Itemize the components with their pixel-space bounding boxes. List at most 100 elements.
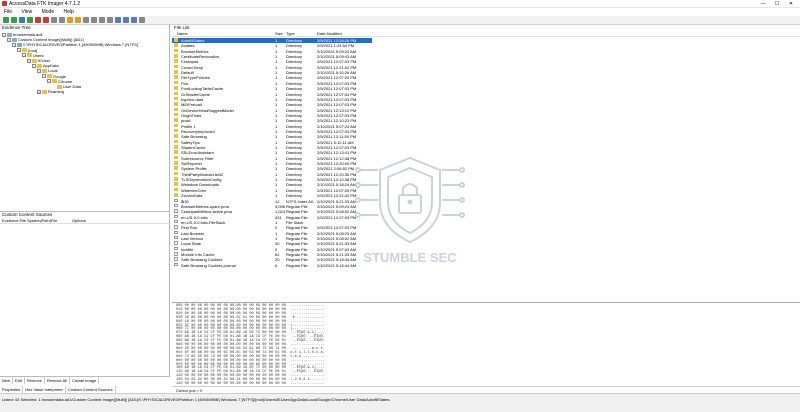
export-files-icon[interactable] [67, 17, 73, 23]
new-button[interactable]: New [0, 377, 14, 384]
column-type[interactable]: Type [286, 31, 295, 37]
file-icon [174, 230, 178, 235]
collapse-icon[interactable]: - [12, 42, 16, 47]
folder-icon [174, 70, 178, 74]
create-custom-content-icon[interactable] [91, 17, 97, 23]
file-icon [174, 246, 178, 251]
folder-icon [174, 86, 178, 90]
folder-icon [174, 155, 178, 160]
tab-custom-content-sources[interactable]: Custom Content Sources [65, 386, 116, 393]
create-disk-image-icon[interactable] [27, 17, 33, 23]
file-icon [174, 209, 178, 213]
folder-icon [174, 161, 178, 165]
folder-icon [174, 48, 178, 53]
tab-hex-value-interpreter[interactable]: Hex Value Interpreter [23, 386, 66, 393]
tree-node-label: \\.\PHYSICALDRIVE0\Partition 1 [490009MB… [23, 42, 138, 48]
maximize-button[interactable]: ☐ [770, 0, 784, 8]
menu-view[interactable]: View [17, 8, 36, 16]
window-title: AccessData FTK Imager 4.7.1.2 [9, 1, 81, 7]
minimize-button[interactable]: — [756, 0, 770, 8]
collapse-icon[interactable]: - [42, 74, 46, 79]
file-icon [174, 225, 178, 229]
collapse-icon[interactable]: - [17, 48, 21, 53]
folder-icon [174, 80, 178, 85]
collapse-icon[interactable]: - [37, 68, 41, 73]
add-to-custom-content-icon[interactable] [83, 17, 89, 23]
tree-node[interactable]: + Roaming [37, 89, 64, 94]
evidence-tree-title: Evidence Tree [2, 25, 31, 30]
folder-icon [174, 112, 178, 117]
folder-icon [174, 107, 178, 112]
detect-encryption-icon[interactable] [131, 17, 137, 23]
create-image-button[interactable]: Create Image [70, 377, 100, 384]
column-name[interactable]: Name [177, 31, 188, 37]
add-all-evidence-icon[interactable] [11, 17, 17, 23]
menu-mode[interactable]: Mode [38, 8, 59, 16]
folder-icon [42, 89, 47, 94]
remove-all-evidence-icon[interactable] [43, 17, 49, 23]
capture-memory-icon[interactable] [115, 17, 121, 23]
remove-all-button[interactable]: Remove All [45, 377, 71, 384]
collapse-icon[interactable]: - [7, 37, 11, 42]
folder-icon [42, 68, 47, 73]
folder-icon [174, 38, 178, 42]
tree-node-label: User Data [63, 84, 82, 89]
folder-icon [174, 166, 178, 170]
evidence-tree: Evidence Tree - browserdata.ad1- Custom Co… [0, 25, 170, 211]
collapse-icon[interactable]: - [27, 58, 31, 63]
remove-button[interactable]: Remove [25, 377, 45, 384]
folder-icon [37, 63, 42, 68]
folder-icon [174, 177, 178, 181]
verify-icon[interactable] [107, 17, 113, 23]
expand-icon[interactable]: + [37, 89, 41, 94]
folder-icon [174, 64, 178, 69]
column-size[interactable]: Size [275, 31, 283, 37]
help-icon[interactable] [139, 17, 145, 23]
file-icon [174, 262, 178, 267]
folder-icon [52, 79, 57, 84]
folder-icon [174, 54, 178, 58]
add-evidence-icon[interactable] [3, 17, 9, 23]
export-hash-icon[interactable] [75, 17, 81, 23]
column-date-modified[interactable]: Date Modified [317, 31, 342, 37]
folder-icon [32, 58, 37, 63]
decrypt-icon[interactable] [99, 17, 105, 23]
hex-viewer[interactable]: 000 00 00 00 00 00 00 00 00-00 00 00 00 … [172, 302, 800, 386]
obtain-protected-files-icon[interactable] [123, 17, 129, 23]
edit-button[interactable]: Edit [13, 377, 25, 384]
folder-icon [174, 59, 178, 63]
column-options[interactable]: Options [72, 218, 86, 223]
custom-content-sources: Custom Content Sources Evidence:File Sys… [0, 211, 170, 376]
tab-properties[interactable]: Properties [0, 386, 24, 393]
image-mounting-icon[interactable] [19, 17, 25, 23]
export-disk-image-icon[interactable] [51, 17, 57, 23]
folder-icon [174, 102, 178, 106]
panel-tabs: Properties Hex Value Interpreter Custom … [0, 386, 170, 393]
remove-evidence-icon[interactable] [35, 17, 41, 23]
column-evidence[interactable]: Evidence:File System|Path|File [2, 218, 72, 223]
file-name: Safe Browsing Cookies-journal [181, 262, 236, 268]
folder-icon [174, 91, 178, 95]
collapse-icon[interactable]: - [47, 79, 51, 84]
stumble-sec-watermark-logo: STUMBLE SEC [355, 156, 465, 265]
collapse-icon[interactable]: - [32, 63, 36, 68]
collapse-icon[interactable]: - [22, 53, 26, 58]
file-list-row[interactable]: Safe Browsing Cookies-journal 0 Regular Fi… [172, 262, 372, 268]
close-button[interactable]: ✕ [784, 0, 798, 8]
folder-icon [174, 193, 178, 197]
folder-icon [174, 171, 178, 176]
folder-icon [174, 43, 178, 47]
custom-content-header: Evidence:File System|Path|File Options [0, 218, 169, 224]
file-icon [174, 252, 178, 256]
menu-bar: File View Mode Help [0, 8, 800, 16]
folder-icon [27, 53, 32, 58]
status-bar: Listed: 43 Selected: 1 browserdata.ad1/C… [0, 393, 800, 412]
export-logical-image-icon[interactable] [59, 17, 65, 23]
file-icon [174, 198, 178, 202]
collapse-icon[interactable]: - [2, 32, 6, 37]
evidence-icon [7, 32, 12, 37]
folder-icon [57, 84, 62, 89]
menu-help[interactable]: Help [60, 8, 78, 16]
folder-icon [22, 48, 27, 53]
menu-file[interactable]: File [0, 8, 16, 16]
